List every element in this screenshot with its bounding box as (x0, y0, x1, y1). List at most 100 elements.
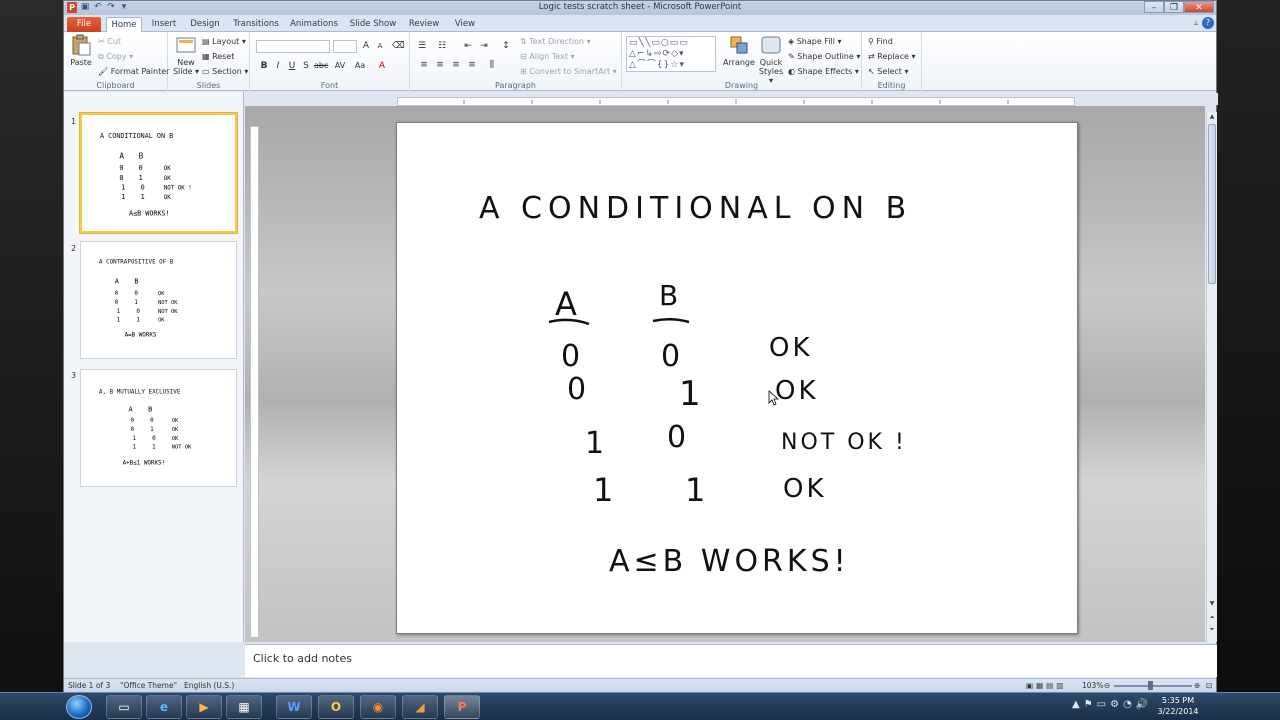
explorer-taskbar-icon[interactable]: ▭ (106, 695, 142, 719)
align-left-icon[interactable]: ≡ (418, 60, 430, 70)
paste-button[interactable]: Paste (68, 34, 94, 67)
bullets-icon[interactable]: ☰ (416, 41, 428, 51)
powerpoint-taskbar-icon[interactable]: P (444, 695, 480, 719)
close-button[interactable]: ✕ (1184, 1, 1214, 13)
justify-icon[interactable]: ≡ (466, 60, 478, 70)
char-spacing-button[interactable]: AV (334, 61, 346, 70)
shape-fill-button[interactable]: ◈ Shape Fill ▾ (788, 37, 842, 46)
shape-outline-button[interactable]: ✎ Shape Outline ▾ (788, 52, 860, 61)
clipboard-group-label: Clipboard (96, 81, 135, 90)
numbering-icon[interactable]: ☷ (436, 41, 448, 51)
zoom-slider[interactable] (1114, 685, 1192, 687)
tab-transitions[interactable]: Transitions (230, 17, 282, 32)
current-slide[interactable]: A CONDITIONAL ON B A B 0 0 OK 0 1 OK 1 0… (396, 122, 1078, 634)
row2-b: 1 (679, 374, 701, 414)
scissors-icon: ✂ (98, 37, 108, 46)
app-taskbar-icon[interactable]: ◢ (402, 695, 438, 719)
select-button[interactable]: ↖ Select ▾ (868, 67, 909, 76)
zoom-out-icon[interactable]: ⊖ (1104, 681, 1110, 690)
line-spacing-icon[interactable]: ↕ (500, 41, 512, 51)
copy-button[interactable]: ⧉ Copy ▾ (98, 52, 133, 62)
vertical-scrollbar[interactable]: ▲ ▼ ⏶ ⏷ (1206, 112, 1217, 642)
start-button[interactable] (66, 695, 92, 719)
arrange-button[interactable]: Arrange (722, 34, 756, 67)
format-painter-button[interactable]: 🖌 Format Painter (98, 67, 169, 76)
restore-button[interactable]: ❐ (1164, 1, 1184, 13)
italic-button[interactable]: I (272, 61, 284, 71)
tab-view[interactable]: View (450, 17, 480, 32)
reset-button[interactable]: ▦ Reset (202, 52, 234, 61)
clear-format-icon[interactable]: ⌫ (392, 41, 405, 51)
scroll-down-icon[interactable]: ▼ (1207, 600, 1217, 607)
theme-name: "Office Theme" (120, 681, 178, 690)
layout-button[interactable]: ▤ Layout ▾ (202, 37, 246, 46)
tab-animations[interactable]: Animations (288, 17, 340, 32)
tab-review[interactable]: Review (404, 17, 444, 32)
font-size-box[interactable] (333, 40, 357, 53)
scrollbar-thumb[interactable] (1208, 124, 1216, 284)
tab-slide-show[interactable]: Slide Show (348, 17, 398, 32)
language[interactable]: English (U.S.) (184, 681, 234, 690)
align-center-icon[interactable]: ≡ (434, 60, 446, 70)
replace-button[interactable]: ⇄ Replace ▾ (868, 52, 915, 61)
convert-smartart-button[interactable]: ⊞ Convert to SmartArt ▾ (520, 67, 617, 76)
section-button[interactable]: ▭ Section ▾ (202, 67, 248, 76)
grow-font-button[interactable]: A (360, 41, 372, 51)
shrink-font-button[interactable]: A (374, 42, 386, 50)
minimize-button[interactable]: – (1144, 1, 1164, 13)
increase-indent-icon[interactable]: ⇥ (478, 41, 490, 51)
tab-insert[interactable]: Insert (146, 17, 182, 32)
thumbnail-2-conclusion: A=B WORKS (125, 332, 157, 338)
slide-thumbnail-1[interactable]: A CONDITIONAL ON B A B 0 0 OK 0 1 OK 1 0 NOT O… (80, 113, 237, 233)
tab-home[interactable]: Home (106, 17, 142, 33)
align-right-icon[interactable]: ≡ (450, 60, 462, 70)
next-slide-icon[interactable]: ⏷ (1207, 626, 1217, 634)
outlook-taskbar-icon[interactable]: O (318, 695, 354, 719)
windows-taskbar-icon[interactable]: ▦ (226, 695, 262, 719)
view-buttons-icon[interactable]: ▣▦▤▥ (1026, 681, 1066, 690)
find-button[interactable]: ⚲ Find (868, 37, 893, 46)
thumbnail-2-r4-a: 1 (117, 318, 121, 324)
new-slide-button[interactable]: New Slide ▾ (172, 34, 200, 76)
word-taskbar-icon[interactable]: W (276, 695, 312, 719)
minimize-ribbon-icon[interactable]: ▵ (1194, 18, 1198, 27)
vertical-ruler[interactable] (250, 126, 259, 638)
zoom-in-icon[interactable]: ⊕ (1194, 681, 1200, 690)
thumbnail-3-r2-b: 1 (150, 427, 154, 433)
notes-pane[interactable]: Click to add notes (245, 644, 1217, 677)
thumbnail-3-title: A, B MUTUALLY EXCLUSIVE (99, 390, 181, 396)
strikethrough-button[interactable]: abc (314, 61, 328, 70)
shape-effects-button[interactable]: ◐ Shape Effects ▾ (788, 67, 859, 76)
change-case-button[interactable]: Aa (354, 61, 366, 70)
fit-to-window-icon[interactable]: ⊡ (1206, 681, 1212, 690)
zoom-level[interactable]: 103% (1082, 681, 1103, 690)
horizontal-ruler[interactable] (397, 97, 1075, 106)
help-icon[interactable]: ? (1202, 17, 1214, 29)
scroll-up-icon[interactable]: ▲ (1207, 113, 1217, 120)
tab-file[interactable]: File (67, 17, 101, 32)
decrease-indent-icon[interactable]: ⇤ (462, 41, 474, 51)
cut-button[interactable]: ✂ Cut (98, 37, 121, 46)
underline-button[interactable]: U (286, 61, 298, 71)
slide-thumbnail-2[interactable]: A CONTRAPOSITIVE OF B A B 0 0 OK 0 1 NOT OK … (80, 241, 237, 359)
columns-icon[interactable]: ⫼ (486, 60, 498, 70)
system-tray-icons[interactable]: ▲⚑▭⚙◔🔊 (1072, 699, 1152, 710)
slide-thumbnail-3[interactable]: A, B MUTUALLY EXCLUSIVE A B 0 0 OK 0 1 OK 1 0… (80, 369, 237, 487)
taskbar-clock[interactable]: 5:35 PM 3/22/2014 (1148, 695, 1208, 717)
quick-styles-button[interactable]: Quick Styles ▾ (756, 34, 786, 85)
font-name-box[interactable] (256, 40, 330, 53)
firefox-taskbar-icon[interactable]: ◉ (360, 695, 396, 719)
align-text-button[interactable]: ⊟ Align Text ▾ (520, 52, 575, 61)
font-color-button[interactable]: A (376, 61, 388, 71)
shadow-button[interactable]: S (300, 61, 312, 71)
shapes-gallery[interactable]: ▭╲╲▭○▭▭ △⌐↳⇨⟳◇▾ △⌒⌒{}☆▾ (626, 36, 716, 72)
quick-styles-icon (761, 36, 781, 54)
row2-a: 0 (567, 372, 586, 407)
bold-button[interactable]: B (258, 61, 270, 71)
internet-explorer-taskbar-icon[interactable]: e (146, 695, 182, 719)
previous-slide-icon[interactable]: ⏶ (1207, 614, 1217, 622)
zoom-slider-knob[interactable] (1148, 681, 1153, 690)
media-player-taskbar-icon[interactable]: ▶ (186, 695, 222, 719)
text-direction-button[interactable]: ⇅ Text Direction ▾ (520, 37, 591, 46)
tab-design[interactable]: Design (186, 17, 224, 32)
